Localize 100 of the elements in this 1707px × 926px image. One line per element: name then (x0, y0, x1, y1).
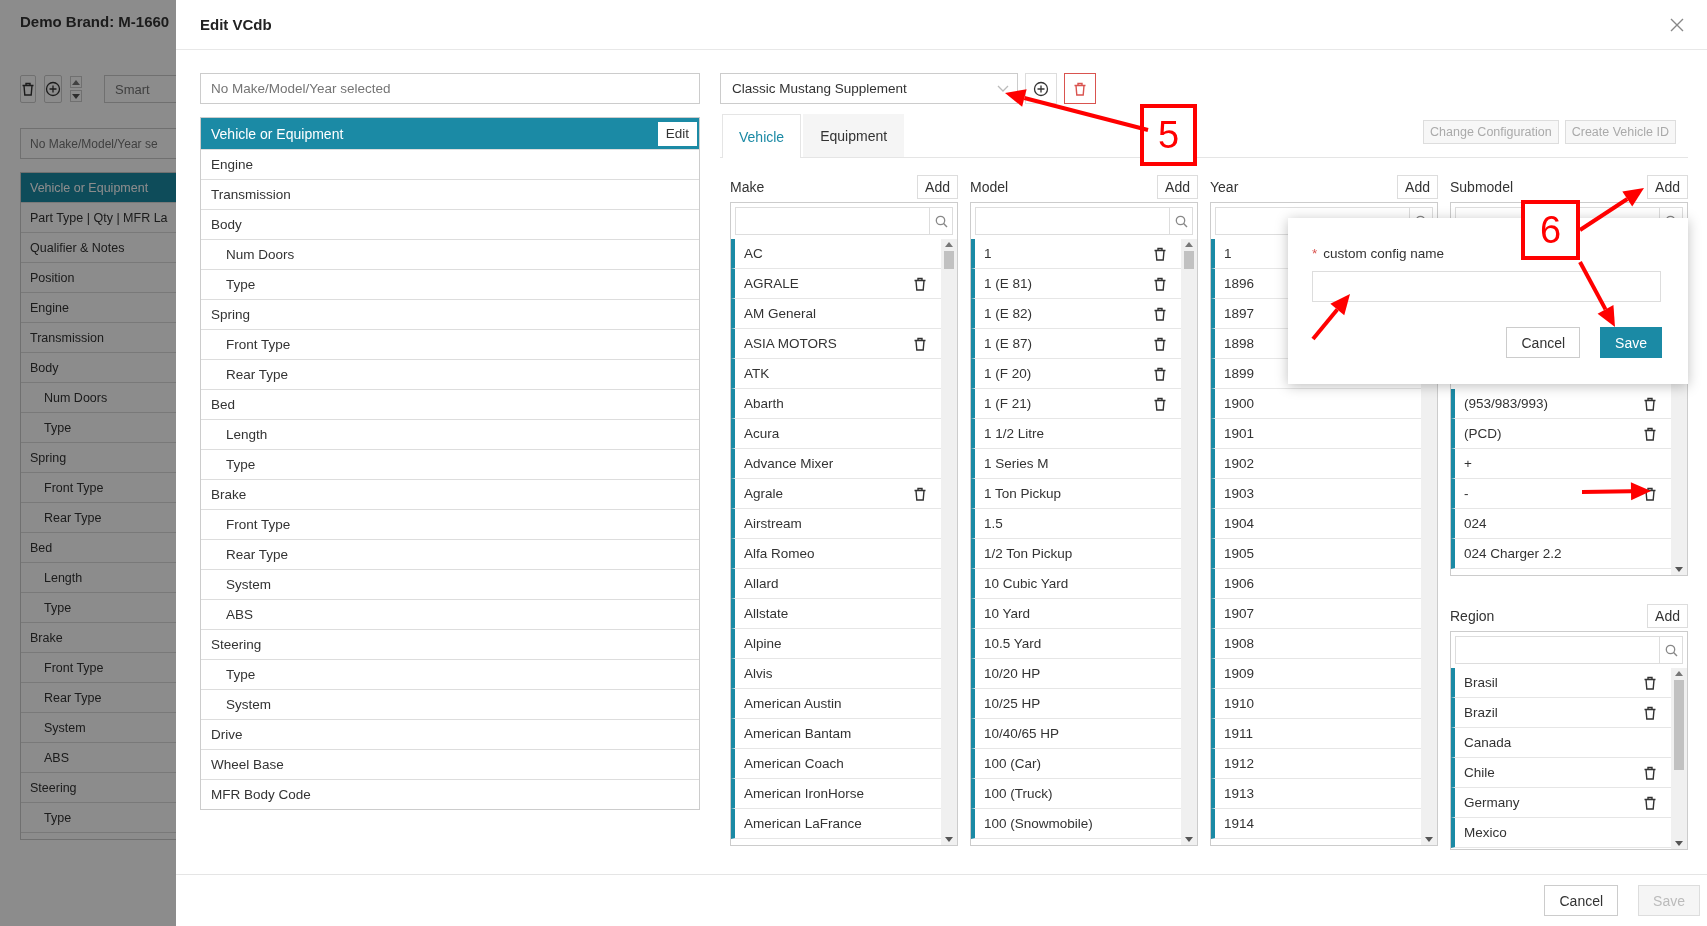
tree-item[interactable]: Wheel Base (201, 749, 699, 779)
trash-icon (1073, 81, 1087, 96)
tree-item[interactable]: Brake (201, 479, 699, 509)
trash-icon[interactable] (1643, 396, 1657, 411)
add-button[interactable]: Add (1157, 175, 1198, 199)
trash-icon[interactable] (1643, 426, 1657, 441)
tree-item[interactable]: System (201, 569, 699, 599)
column-title: Submodel (1450, 179, 1514, 195)
tree-item[interactable]: Drive (201, 719, 699, 749)
selection-field[interactable]: No Make/Model/Year se (20, 128, 176, 159)
trash-icon[interactable] (1153, 336, 1167, 351)
add-button[interactable]: Add (1397, 175, 1438, 199)
tree-item-label: Vehicle or Equipment (211, 125, 344, 142)
list-item-label: 1899 (1224, 366, 1255, 381)
trash-icon[interactable] (1643, 675, 1657, 690)
list-item-label: 024 (1464, 516, 1487, 531)
tree-item[interactable]: System (201, 689, 699, 719)
trash-icon[interactable] (913, 336, 927, 351)
list-item-label: Advance Mixer (744, 456, 834, 471)
cancel-button[interactable]: Cancel (1506, 327, 1581, 358)
search-field[interactable]: Smart (104, 75, 176, 103)
list-item-label: American LaFrance (744, 816, 862, 831)
list-item-label: 1 (984, 246, 992, 261)
trash-icon[interactable] (1643, 705, 1657, 720)
trash-icon[interactable] (1153, 246, 1167, 261)
tree-item[interactable]: Spring (201, 299, 699, 329)
move-down-button[interactable] (70, 90, 82, 102)
trash-icon[interactable] (1153, 306, 1167, 321)
list-item-label: Alfa Romeo (744, 546, 815, 561)
list-item-label: Canada (1464, 735, 1512, 750)
cancel-button[interactable]: Cancel (1544, 885, 1619, 916)
add-button[interactable]: Add (1647, 175, 1688, 199)
tree-item[interactable]: Length (201, 419, 699, 449)
list-item-label: American Coach (744, 756, 844, 771)
tree-item[interactable]: Type (201, 449, 699, 479)
tab[interactable]: Vehicle (722, 114, 802, 158)
config-dropdown[interactable]: Classic Mustang Supplement (720, 73, 1018, 104)
tree-item[interactable]: Num Doors (201, 239, 699, 269)
list-item-label: 10 Cubic Yard (984, 576, 1069, 591)
list-item-label: AM General (744, 306, 817, 321)
tree-item[interactable]: Rear Type (201, 539, 699, 569)
selection-field[interactable]: No Make/Model/Year selected (200, 73, 700, 104)
save-button[interactable]: Save (1600, 327, 1662, 358)
list-item-label: 1 1/2 Litre (984, 426, 1045, 441)
tree-item[interactable]: Transmission (201, 179, 699, 209)
tree-item[interactable]: Type (201, 659, 699, 689)
tree-item[interactable]: Front Type (201, 329, 699, 359)
list-item-label: AC (744, 246, 763, 261)
list-item-label: 10/25 HP (984, 696, 1041, 711)
tree-item[interactable]: Type (201, 269, 699, 299)
tree-item[interactable]: Front Type (201, 509, 699, 539)
list-item-label: 1910 (1224, 696, 1255, 711)
tree-item[interactable]: ABS (201, 599, 699, 629)
add-button[interactable]: Add (1647, 604, 1688, 628)
tree-item[interactable]: MFR Body Code (201, 779, 699, 809)
trash-icon[interactable] (1153, 366, 1167, 381)
list-item-label: Germany (1464, 795, 1520, 810)
column-title: Region (1450, 608, 1495, 624)
list-item-label: + (1464, 456, 1472, 471)
tree-item[interactable]: Vehicle or Equipment Edit (201, 118, 699, 149)
tab[interactable]: Equipment (803, 114, 905, 157)
add-button[interactable]: Add (917, 175, 958, 199)
tree-item[interactable]: Engine (201, 149, 699, 179)
list-item-label: (953/983/993) (1464, 396, 1549, 411)
tree-item[interactable]: Bed (201, 389, 699, 419)
tree-item[interactable]: Rear Type (201, 359, 699, 389)
list-item-label: 10 Yard (984, 606, 1031, 621)
trash-icon[interactable] (1153, 276, 1167, 291)
column-title: Make (730, 179, 765, 195)
search-field[interactable] (975, 207, 1193, 235)
list-item-label: 1911 (1224, 726, 1254, 741)
list-item-label: 1907 (1224, 606, 1255, 621)
delete-config-button[interactable] (1064, 73, 1096, 104)
list-item-label: 1912 (1224, 756, 1255, 771)
list-item-label: 1908 (1224, 636, 1255, 651)
tree-item[interactable]: Steering (201, 629, 699, 659)
dialog-title: Edit VCdb (200, 16, 272, 33)
trash-icon[interactable] (1643, 486, 1657, 501)
trash-icon[interactable] (1153, 396, 1167, 411)
search-field[interactable] (735, 207, 953, 235)
move-up-button[interactable] (70, 76, 82, 88)
trash-icon[interactable] (913, 276, 927, 291)
list-item-label: 1 (1224, 246, 1232, 261)
input-field[interactable] (1312, 271, 1661, 302)
trash-icon[interactable] (1643, 765, 1657, 780)
edit-button[interactable]: Edit (657, 121, 697, 146)
search-field[interactable] (1455, 636, 1683, 664)
list-item-label: 10/40/65 HP (984, 726, 1060, 741)
trash-icon[interactable] (913, 486, 927, 501)
list-item-label: Chile (1464, 765, 1495, 780)
list-item-label: 1 (F 20) (984, 366, 1032, 381)
tree-item[interactable]: Body (201, 209, 699, 239)
list-item-label: 1913 (1224, 786, 1255, 801)
delete-button[interactable] (20, 75, 36, 103)
add-button[interactable] (44, 75, 62, 103)
list-item-label: 1904 (1224, 516, 1255, 531)
list-item-label: 024 Charger 2.2 (1464, 546, 1562, 561)
list-item-label: - (1464, 486, 1469, 501)
page-title: Demo Brand: M-1660 (20, 12, 171, 32)
trash-icon[interactable] (1643, 795, 1657, 810)
